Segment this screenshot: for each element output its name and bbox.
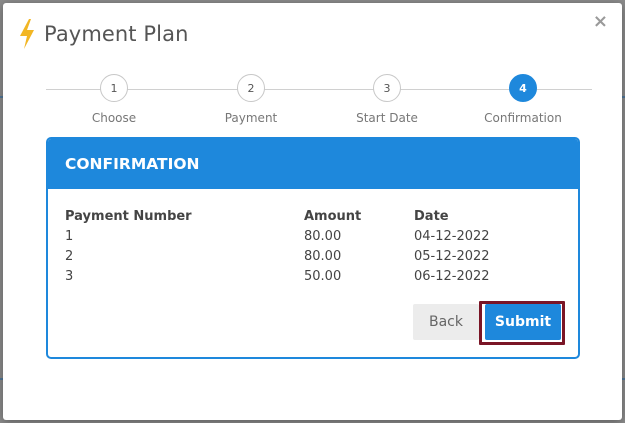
lightning-bolt-icon	[20, 19, 34, 49]
date-cell: 05-12-2022	[414, 248, 490, 264]
payment-schedule-table: Payment Number Amount Date 1 80.00 04-12…	[65, 206, 524, 286]
step-choose[interactable]: 1 Choose	[64, 73, 164, 125]
payment-number-cell: 3	[65, 268, 74, 284]
table-row: 2 80.00 05-12-2022	[65, 246, 524, 266]
step-label: Confirmation	[484, 111, 562, 125]
step-payment[interactable]: 2 Payment	[201, 73, 301, 125]
step-number: 1	[100, 74, 128, 102]
date-cell: 06-12-2022	[414, 268, 490, 284]
step-number: 2	[237, 74, 265, 102]
payment-number-cell: 2	[65, 248, 74, 264]
table-header-row: Payment Number Amount Date	[65, 206, 524, 226]
column-header: Payment Number	[65, 208, 192, 224]
date-cell: 04-12-2022	[414, 228, 490, 244]
step-number: 3	[373, 74, 401, 102]
back-button[interactable]: Back	[413, 304, 479, 340]
column-header: Date	[414, 208, 449, 224]
payment-plan-modal: Payment Plan × 1 Choose 2 Payment 3 Star…	[3, 3, 622, 420]
step-label: Choose	[91, 111, 137, 125]
modal-title: Payment Plan	[44, 22, 189, 46]
step-start-date[interactable]: 3 Start Date	[337, 73, 437, 125]
submit-button[interactable]: Submit	[485, 304, 561, 340]
step-progress: 1 Choose 2 Payment 3 Start Date 4 Confir…	[3, 73, 622, 133]
amount-cell: 80.00	[304, 228, 342, 244]
amount-cell: 80.00	[304, 248, 342, 264]
step-number: 4	[509, 74, 537, 102]
amount-cell: 50.00	[304, 268, 342, 284]
step-label: Start Date	[356, 111, 418, 125]
step-confirmation[interactable]: 4 Confirmation	[473, 73, 573, 125]
payment-number-cell: 1	[65, 228, 74, 244]
modal-header: Payment Plan	[17, 19, 189, 49]
table-row: 1 80.00 04-12-2022	[65, 226, 524, 246]
close-icon[interactable]: ×	[593, 13, 608, 31]
table-row: 3 50.00 06-12-2022	[65, 266, 524, 286]
panel-heading: CONFIRMATION	[48, 139, 578, 189]
column-header: Amount	[304, 208, 362, 224]
confirmation-panel: CONFIRMATION Payment Number Amount Date …	[46, 137, 580, 359]
step-label: Payment	[224, 111, 278, 125]
